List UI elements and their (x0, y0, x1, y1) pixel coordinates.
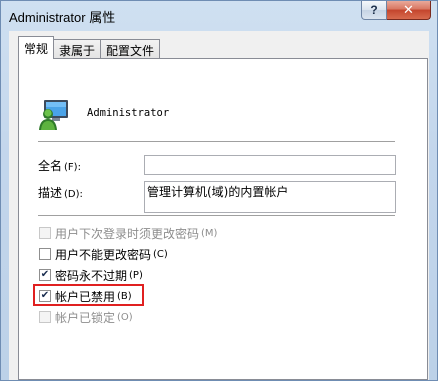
title-bar[interactable]: Administrator 属性 ? ✕ (1, 1, 437, 31)
description-input[interactable]: 管理计算机(域)的内置帐户 (144, 181, 396, 213)
user-icon (39, 100, 68, 130)
highlight-box (33, 284, 144, 306)
full-name-input[interactable] (144, 155, 396, 175)
properties-dialog: Administrator 属性 ? ✕ 常规 隶属于 配置文件 Adminis… (0, 0, 438, 381)
title-buttons: ? ✕ (361, 1, 431, 21)
checkbox-cannot-change-password[interactable]: 用户不能更改密码 (C) (39, 246, 168, 262)
tab-profile[interactable]: 配置文件 (100, 39, 161, 59)
checkbox-password-never-expires[interactable]: ✔ 密码永不过期 (P) (39, 267, 143, 283)
checkbox-box[interactable] (39, 248, 51, 260)
close-icon: ✕ (403, 2, 414, 18)
help-button[interactable]: ? (361, 1, 387, 20)
tab-strip: 常规 隶属于 配置文件 (18, 36, 161, 59)
window-title: Administrator 属性 (9, 10, 116, 25)
tab-member-of[interactable]: 隶属于 (53, 39, 102, 59)
checkbox-box[interactable] (39, 227, 51, 239)
tab-panel-general: Administrator 全名 (F): 描述 (D): 管理计算机(域)的内置帐… (18, 58, 428, 380)
checkbox-box[interactable] (39, 311, 51, 323)
user-name: Administrator (87, 107, 170, 119)
checkbox-must-change-password[interactable]: 用户下次登录时须更改密码 (M) (39, 225, 217, 241)
full-name-label: 全名 (F): (38, 159, 81, 173)
dialog-client-area: 常规 隶属于 配置文件 Administrator 全名 (F): 描述 (D): … (9, 31, 429, 380)
checkbox-account-locked[interactable]: 帐户已锁定 (O) (39, 309, 133, 325)
checkbox-box[interactable]: ✔ (39, 269, 51, 281)
tab-general[interactable]: 常规 (18, 36, 55, 59)
close-button[interactable]: ✕ (387, 1, 431, 20)
description-label: 描述 (D): (38, 186, 83, 200)
checkmark-icon: ✔ (40, 269, 50, 280)
divider (38, 141, 395, 142)
divider (38, 215, 395, 216)
